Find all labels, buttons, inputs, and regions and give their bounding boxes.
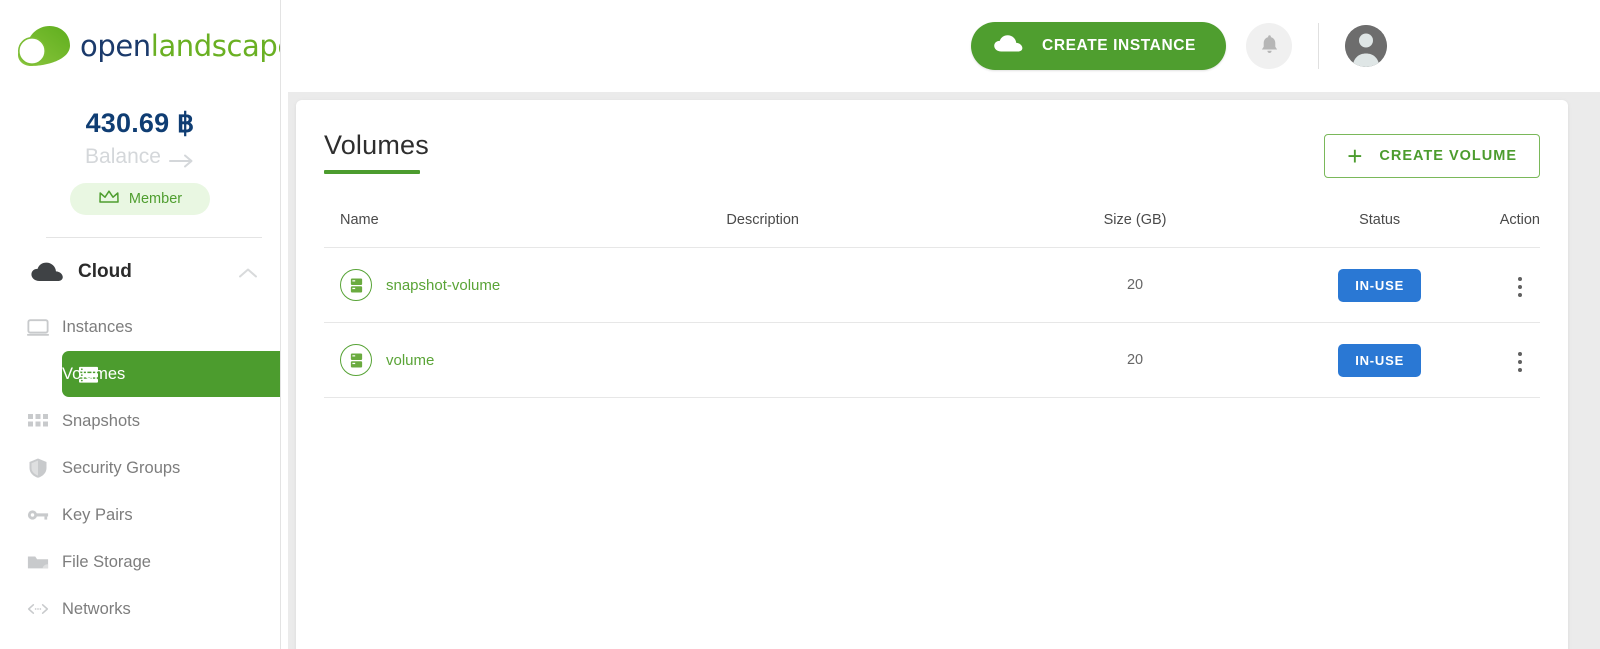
sidebar-item-label: Networks [62, 600, 131, 619]
sidebar-item-label: Snapshots [62, 412, 140, 431]
sidebar-item-snapshots[interactable]: Snapshots [0, 398, 280, 444]
volume-name-link[interactable]: volume [386, 352, 434, 369]
brand-name-open: open [80, 29, 151, 63]
sidebar-section-label: Cloud [78, 261, 238, 283]
column-header-status: Status [1260, 212, 1500, 248]
table-row[interactable]: snapshot-volume 20 IN-USE [324, 248, 1540, 323]
balance-block: 430.69 ฿ Balance Member [0, 92, 280, 215]
cell-size: 20 [1011, 248, 1260, 323]
table-head: Name Description Size (GB) Status Action [324, 212, 1540, 248]
leaf-circle-logo-icon [14, 24, 78, 68]
status-badge[interactable]: IN-USE [1338, 269, 1421, 302]
volume-name-group: volume [340, 344, 726, 376]
status-badge[interactable]: IN-USE [1338, 344, 1421, 377]
volumes-card: Volumes + CREATE VOLUME Name Description… [296, 100, 1568, 649]
cell-description [726, 323, 1010, 398]
volume-disk-icon [340, 269, 372, 301]
balance-amount: 430.69 ฿ [0, 108, 280, 139]
code-brackets-icon [27, 598, 49, 620]
chevron-up-icon[interactable] [238, 266, 258, 278]
content-background: Volumes + CREATE VOLUME Name Description… [288, 92, 1600, 649]
create-volume-label: CREATE VOLUME [1379, 148, 1517, 164]
table-row[interactable]: volume 20 IN-USE [324, 323, 1540, 398]
table-body: snapshot-volume 20 IN-USE [324, 248, 1540, 398]
volume-name-link[interactable]: snapshot-volume [386, 277, 500, 294]
sidebar-item-volumes[interactable]: Volumes [62, 351, 281, 397]
membership-label: Member [129, 191, 182, 207]
cell-name: snapshot-volume [324, 248, 726, 323]
sidebar-item-label: Instances [62, 318, 133, 337]
column-header-size: Size (GB) [1011, 212, 1260, 248]
volume-stack-icon [62, 363, 114, 385]
card-header: Volumes + CREATE VOLUME [324, 130, 1540, 178]
page-title-group: Volumes [324, 130, 429, 174]
create-instance-button[interactable]: CREATE INSTANCE [971, 22, 1226, 70]
column-header-action: Action [1500, 212, 1540, 248]
folder-icon [27, 551, 49, 573]
cloud-icon [993, 33, 1025, 59]
membership-badge: Member [70, 183, 210, 215]
cell-status: IN-USE [1260, 248, 1500, 323]
cell-size: 20 [1011, 323, 1260, 398]
volumes-table: Name Description Size (GB) Status Action [324, 212, 1540, 398]
grid-icon [27, 410, 49, 432]
cell-status: IN-USE [1260, 323, 1500, 398]
create-volume-button[interactable]: + CREATE VOLUME [1324, 134, 1540, 178]
brand-wordmark: openlandscape [80, 29, 281, 63]
kebab-menu-icon[interactable] [1514, 273, 1526, 301]
cell-action [1500, 248, 1540, 323]
plus-icon: + [1347, 143, 1363, 169]
column-header-name: Name [324, 212, 726, 248]
cell-description [726, 248, 1010, 323]
top-bar: CREATE INSTANCE [281, 0, 1600, 92]
monitor-icon [27, 316, 49, 338]
volume-disk-icon [340, 344, 372, 376]
sidebar: openlandscape 430.69 ฿ Balance Member [0, 0, 281, 649]
sidebar-item-security-groups[interactable]: Security Groups [0, 445, 280, 491]
sidebar-item-key-pairs[interactable]: Key Pairs [0, 492, 280, 538]
sidebar-section-cloud[interactable]: Cloud [0, 246, 280, 298]
notifications-button[interactable] [1246, 23, 1292, 69]
title-underline [324, 170, 420, 174]
table-header-row: Name Description Size (GB) Status Action [324, 212, 1540, 248]
column-header-description: Description [726, 212, 1010, 248]
topbar-divider [1318, 23, 1319, 69]
user-avatar-icon[interactable] [1345, 25, 1387, 67]
brand-name-landscape: landscape [151, 29, 281, 63]
sidebar-nav: Instances Volumes [0, 304, 280, 632]
page-title: Volumes [324, 130, 429, 161]
brand-logo[interactable]: openlandscape [0, 0, 280, 92]
create-instance-label: CREATE INSTANCE [1042, 37, 1196, 55]
kebab-menu-icon[interactable] [1514, 348, 1526, 376]
balance-link[interactable]: Balance [0, 145, 280, 169]
main-area: CREATE INSTANCE [281, 0, 1600, 649]
sidebar-item-networks[interactable]: Networks [0, 586, 280, 632]
cloud-icon [30, 261, 68, 284]
crown-icon [98, 189, 120, 209]
key-icon [27, 504, 49, 526]
shield-icon [27, 457, 49, 479]
balance-label: Balance [85, 145, 161, 169]
sidebar-item-file-storage[interactable]: File Storage [0, 539, 280, 585]
volume-name-group: snapshot-volume [340, 269, 726, 301]
sidebar-item-label: File Storage [62, 553, 151, 572]
bell-icon [1260, 34, 1279, 58]
app-root: openlandscape 430.69 ฿ Balance Member [0, 0, 1600, 649]
arrow-right-icon [169, 150, 195, 164]
cell-action [1500, 323, 1540, 398]
sidebar-divider [46, 237, 262, 238]
sidebar-item-instances[interactable]: Instances [0, 304, 280, 350]
sidebar-item-label: Security Groups [62, 459, 180, 478]
sidebar-item-label: Key Pairs [62, 506, 133, 525]
cell-name: volume [324, 323, 726, 398]
